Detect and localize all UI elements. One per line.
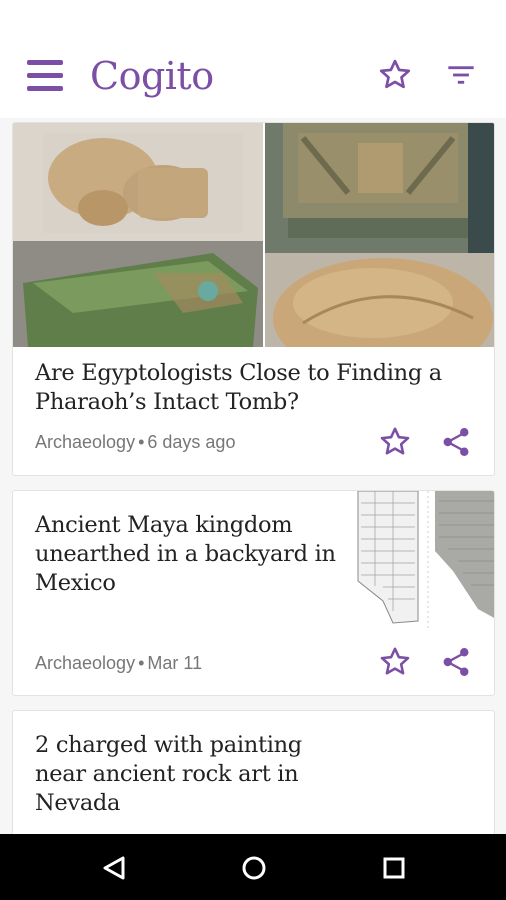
article-hero-image [13,123,494,347]
system-navigation-bar [0,834,506,900]
article-thumbnail [353,491,494,629]
back-button[interactable] [94,848,134,888]
article-meta: Archaeology • Mar 11 [35,652,202,674]
filter-icon [448,66,474,84]
back-icon [103,856,125,880]
home-icon [242,856,266,880]
bookmark-button[interactable] [377,424,413,460]
home-button[interactable] [234,848,274,888]
article-time: 6 days ago [147,432,236,452]
article-category: Archaeology [35,432,136,452]
share-button[interactable] [438,644,474,680]
article-card[interactable]: Are Egyptologists Close to Finding a Pha… [12,122,495,476]
star-outline-icon [380,647,410,675]
meta-separator: • [138,653,145,673]
menu-button[interactable] [24,58,66,94]
article-card[interactable]: Ancient Maya kingdom unearthed in a back… [12,490,495,696]
share-icon [443,428,469,456]
filter-button[interactable] [442,56,480,94]
article-title[interactable]: 2 charged with painting near ancient roc… [35,731,355,818]
recents-button[interactable] [374,848,414,888]
article-title[interactable]: Ancient Maya kingdom unearthed in a back… [35,511,355,598]
star-outline-icon [379,59,411,89]
article-category: Archaeology [35,653,136,673]
share-icon [443,648,469,676]
status-bar [0,0,506,34]
favorites-button[interactable] [376,56,414,94]
app-bar: Cogito [0,34,506,118]
share-button[interactable] [438,424,474,460]
article-meta: Archaeology • 6 days ago [35,431,235,453]
bookmark-button[interactable] [377,644,413,680]
article-title[interactable]: Are Egyptologists Close to Finding a Pha… [35,359,485,417]
app-title: Cogito [90,54,214,98]
article-feed: Are Egyptologists Close to Finding a Pha… [0,118,506,834]
article-card[interactable]: 2 charged with painting near ancient roc… [12,710,495,834]
recents-icon [383,857,405,879]
article-time: Mar 11 [147,653,203,673]
meta-separator: • [138,432,145,452]
star-outline-icon [380,427,410,455]
